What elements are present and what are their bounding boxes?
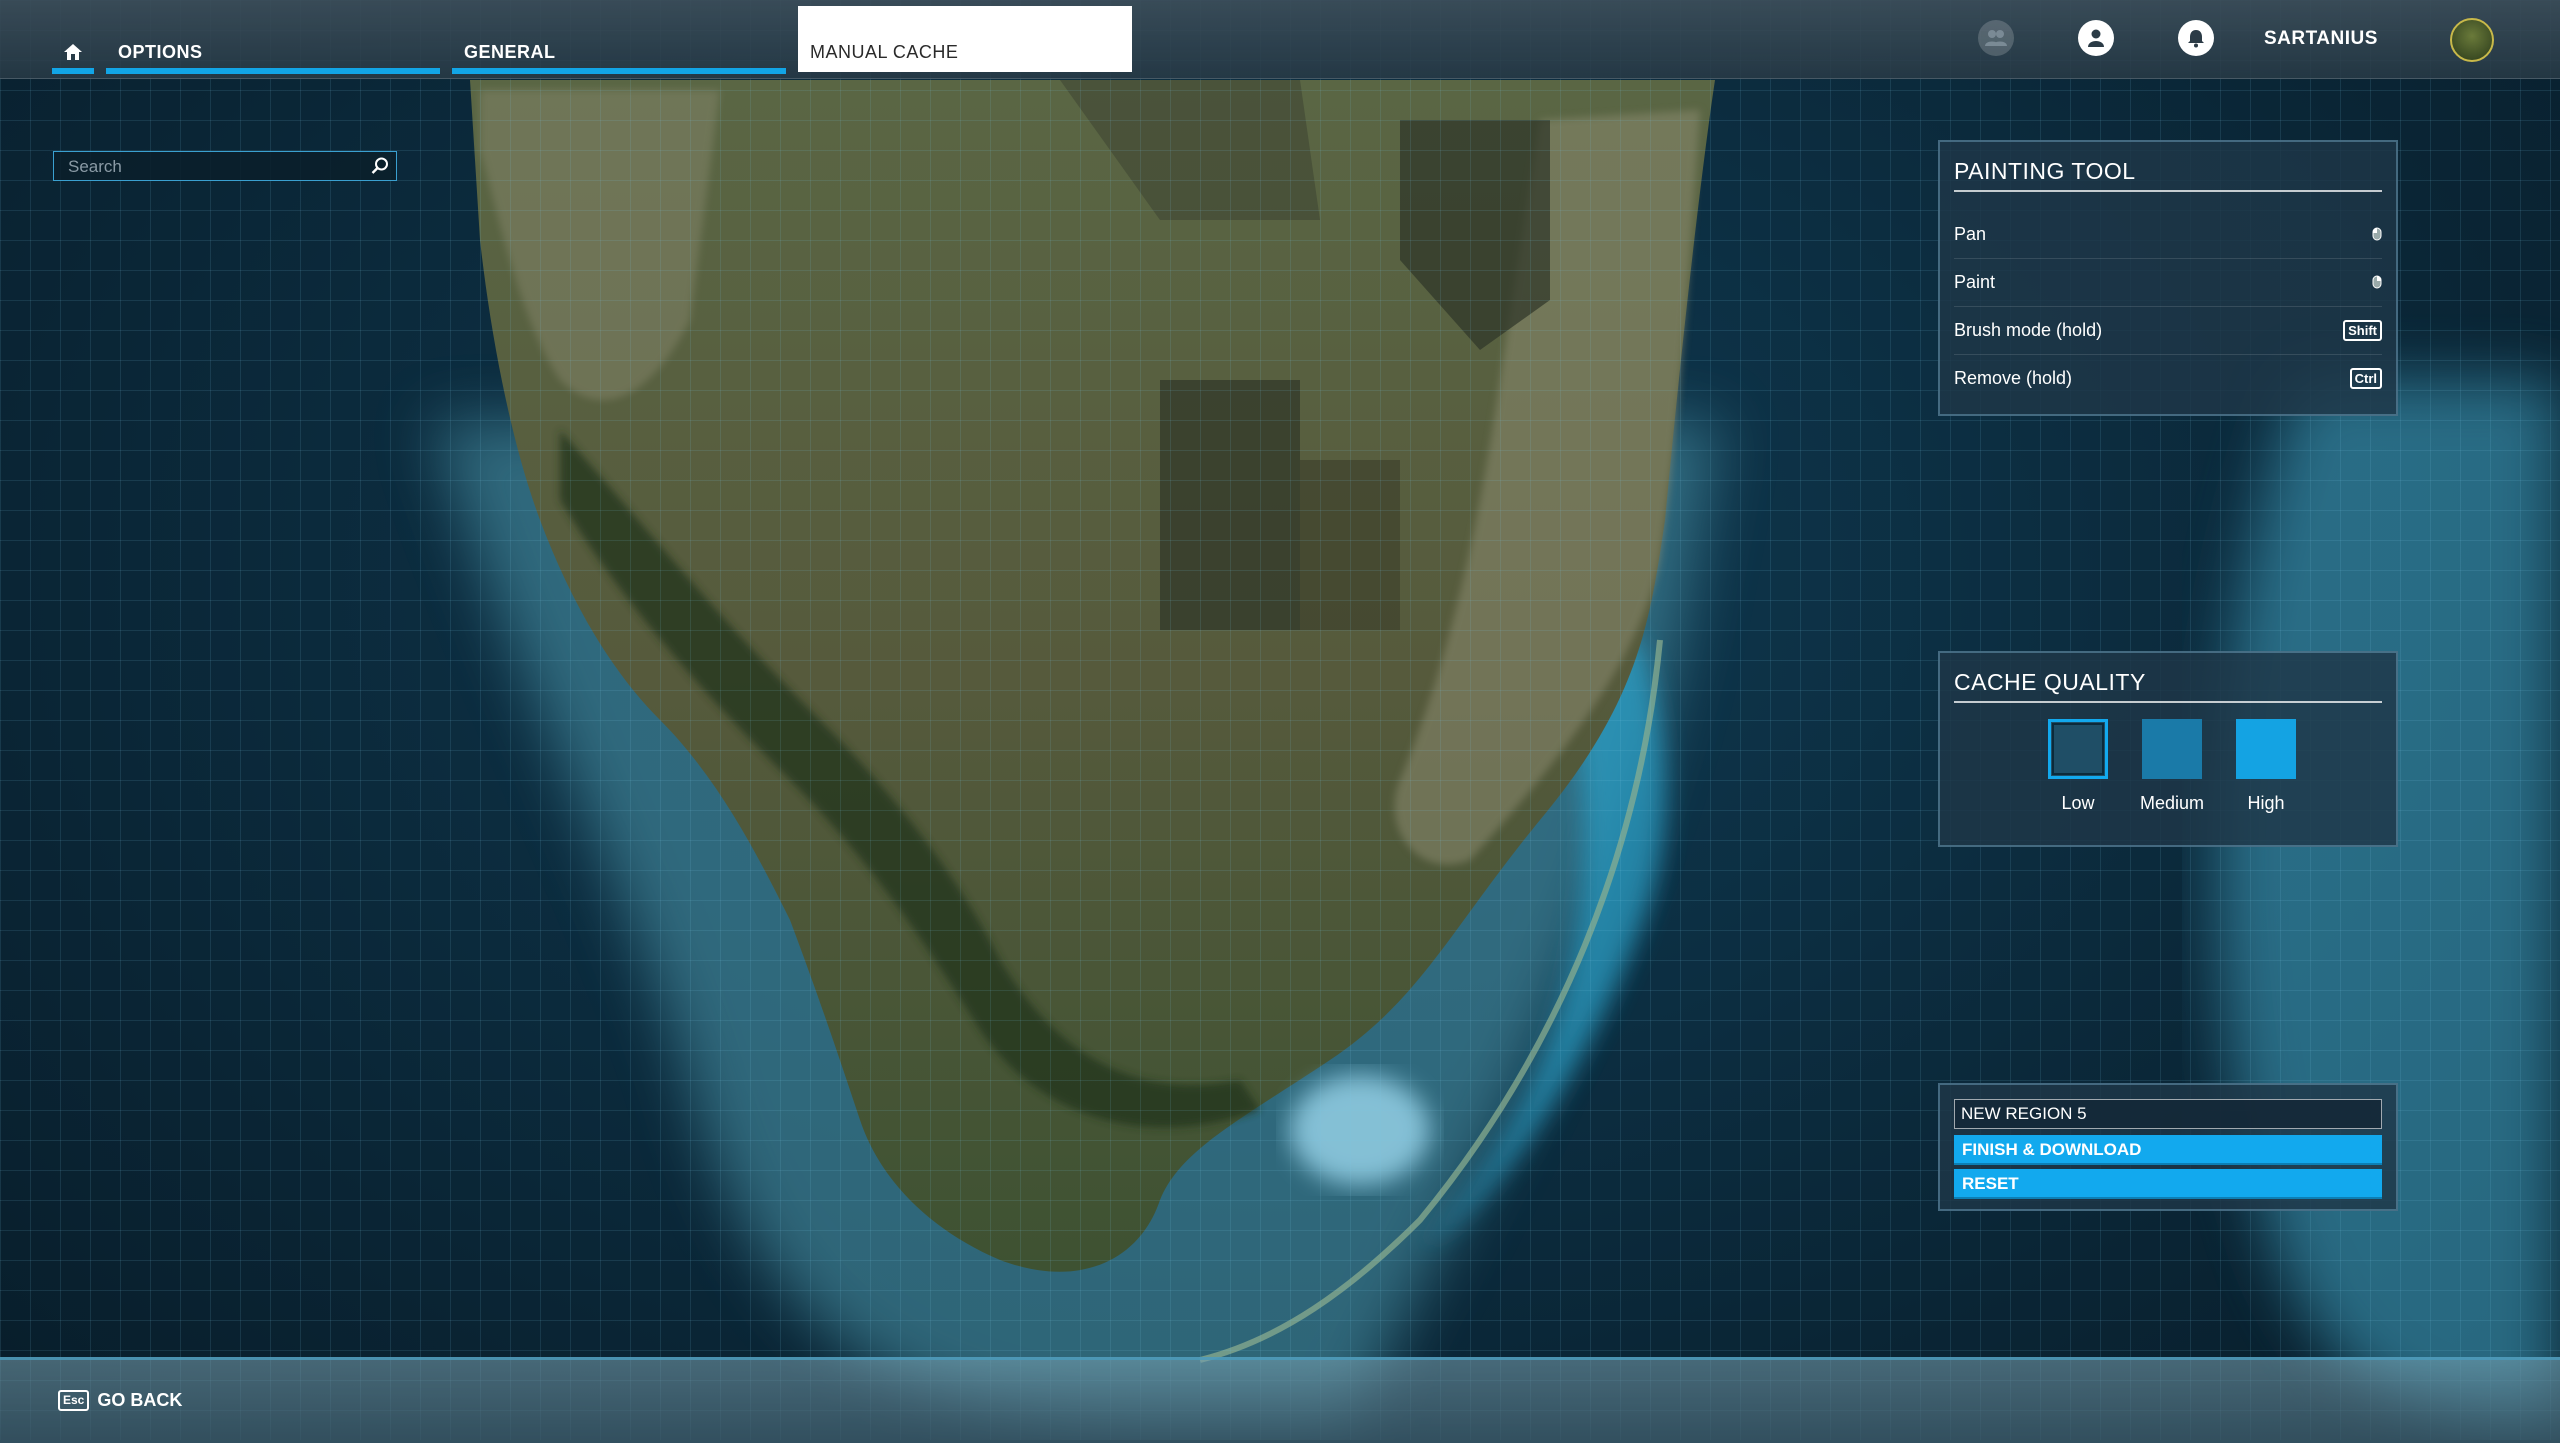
reset-button[interactable]: RESET bbox=[1954, 1169, 2382, 1199]
tool-brush-label: Brush mode (hold) bbox=[1954, 319, 2103, 340]
tab-options-underline bbox=[106, 68, 440, 74]
quality-low-label: Low bbox=[2061, 793, 2095, 813]
tool-row-remove: Remove (hold) Ctrl bbox=[1954, 354, 2382, 402]
profile-icon bbox=[2088, 29, 2104, 47]
top-navigation-bar: OPTIONS GENERAL MANUAL CACHE SARTANIUS bbox=[0, 0, 2560, 79]
quality-low-button[interactable]: Low bbox=[2024, 719, 2132, 814]
username[interactable]: SARTANIUS bbox=[2264, 28, 2378, 50]
notification-bell-icon bbox=[2188, 30, 2204, 48]
finish-download-button[interactable]: FINISH & DOWNLOAD bbox=[1954, 1135, 2382, 1165]
bottom-bar: Esc GO BACK bbox=[0, 1357, 2560, 1443]
friends-icon bbox=[1985, 30, 2007, 46]
tab-general-label: GENERAL bbox=[464, 42, 556, 62]
search-box bbox=[53, 151, 397, 182]
quality-low-swatch bbox=[2048, 719, 2108, 779]
go-back-button[interactable]: Esc GO BACK bbox=[58, 1390, 182, 1411]
quality-medium-button[interactable]: Medium bbox=[2118, 719, 2226, 814]
quality-medium-label: Medium bbox=[2139, 793, 2205, 813]
shift-key-badge: Shift bbox=[2343, 319, 2382, 341]
painting-tool-panel: PAINTING TOOL Pan Paint Brush mode (hold… bbox=[1938, 140, 2398, 416]
region-name-input[interactable] bbox=[1954, 1099, 2382, 1129]
home-tab-underline bbox=[52, 68, 94, 74]
cache-quality-title: CACHE QUALITY bbox=[1954, 665, 2382, 703]
tab-options-label: OPTIONS bbox=[118, 42, 203, 62]
tab-manual-cache-label: MANUAL CACHE bbox=[810, 42, 959, 62]
go-back-label: GO BACK bbox=[97, 1390, 183, 1410]
tab-manual-cache[interactable]: MANUAL CACHE bbox=[798, 6, 1132, 72]
tool-row-paint: Paint bbox=[1954, 258, 2382, 307]
painting-tool-title: PAINTING TOOL bbox=[1954, 154, 2382, 192]
tool-row-pan: Pan bbox=[1954, 210, 2382, 259]
tool-pan-label: Pan bbox=[1954, 223, 1987, 244]
esc-key-badge: Esc bbox=[58, 1390, 90, 1411]
tab-options[interactable]: OPTIONS bbox=[106, 18, 440, 74]
mouse-right-icon bbox=[2372, 275, 2382, 289]
home-icon bbox=[64, 44, 82, 60]
tool-paint-label: Paint bbox=[1954, 271, 1996, 292]
friends-button[interactable] bbox=[1978, 20, 2014, 56]
home-tab[interactable] bbox=[52, 30, 94, 74]
cache-quality-panel: CACHE QUALITY Low Medium High bbox=[1938, 651, 2398, 847]
tab-general-underline bbox=[452, 68, 786, 74]
quality-medium-swatch bbox=[2142, 719, 2202, 779]
mouse-left-icon bbox=[2372, 227, 2382, 241]
tool-remove-label: Remove (hold) bbox=[1954, 367, 2073, 388]
tool-row-brush-mode: Brush mode (hold) Shift bbox=[1954, 306, 2382, 355]
avatar[interactable] bbox=[2450, 18, 2494, 62]
search-input[interactable] bbox=[54, 152, 370, 182]
tab-general[interactable]: GENERAL bbox=[452, 18, 786, 74]
region-panel: FINISH & DOWNLOAD RESET bbox=[1938, 1083, 2398, 1211]
search-icon[interactable] bbox=[370, 156, 390, 176]
profile-button[interactable] bbox=[2078, 20, 2114, 56]
ctrl-key-badge: Ctrl bbox=[2349, 367, 2382, 389]
notifications-button[interactable] bbox=[2178, 20, 2214, 56]
quality-high-swatch bbox=[2236, 719, 2296, 779]
quality-high-button[interactable]: High bbox=[2212, 719, 2320, 814]
quality-high-label: High bbox=[2247, 793, 2285, 813]
